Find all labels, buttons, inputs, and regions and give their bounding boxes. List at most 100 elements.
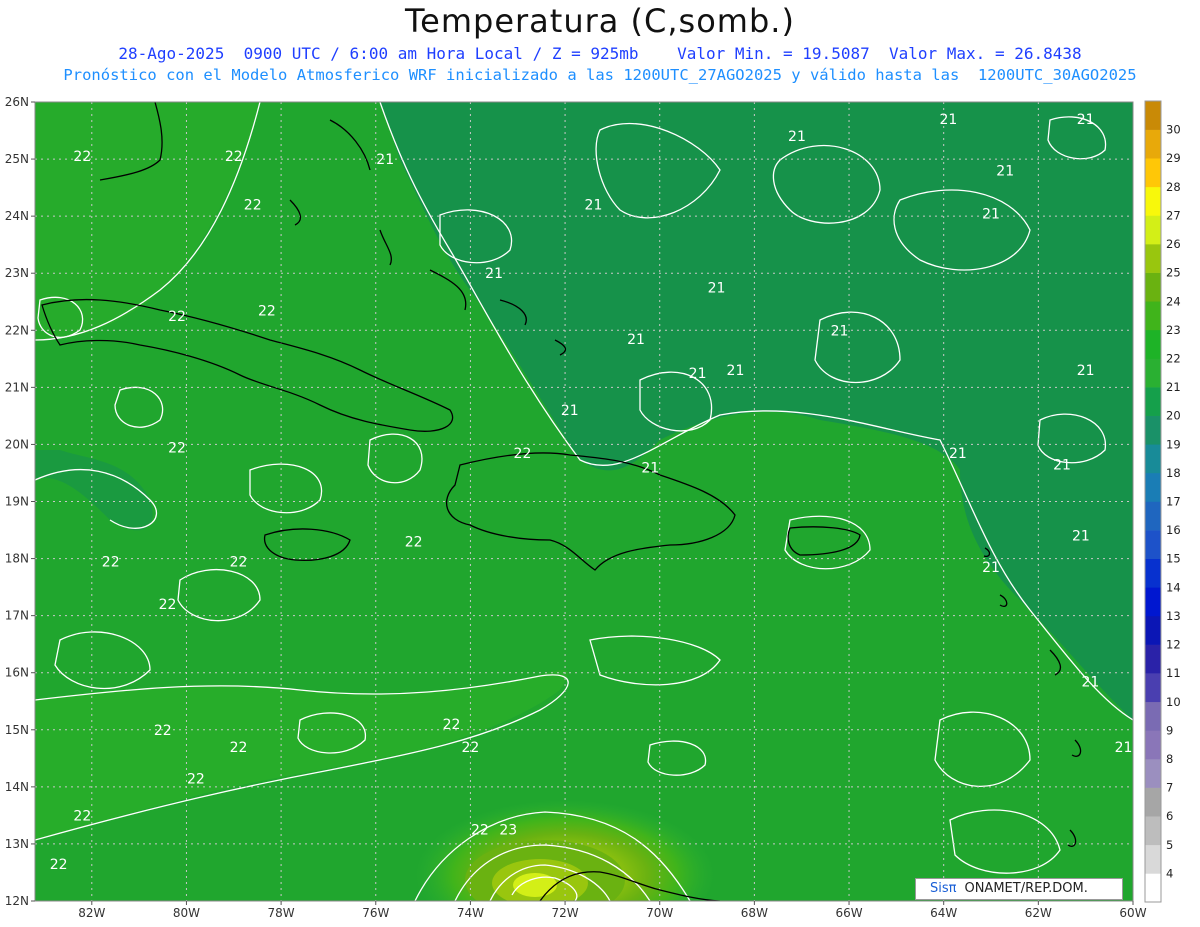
contour-label: 22 <box>514 446 532 462</box>
lon-tick-label: 76W <box>362 906 389 920</box>
lat-tick-label: 17N <box>5 609 29 623</box>
contour-label: 21 <box>940 112 958 128</box>
colorbar-label: 4 <box>1166 866 1173 880</box>
colorbar-segment <box>1145 844 1161 874</box>
colorbar-label: 6 <box>1166 809 1173 823</box>
contour-label: 22 <box>471 823 489 839</box>
contour-label: 21 <box>485 266 503 282</box>
colorbar-label: 19 <box>1166 437 1181 451</box>
colorbar-segment <box>1145 244 1161 273</box>
lat-tick-label: 18N <box>5 552 29 566</box>
lat-tick-label: 14N <box>5 780 29 794</box>
contour-label: 22 <box>461 740 479 756</box>
lat-tick-label: 20N <box>5 437 29 451</box>
lat-tick-label: 12N <box>5 894 29 908</box>
contour-label: 21 <box>708 280 726 296</box>
contour-label: 22 <box>102 554 120 570</box>
lon-tick-label: 62W <box>1025 906 1052 920</box>
contour-label: 22 <box>154 723 172 739</box>
colorbar-segment <box>1145 730 1161 760</box>
colorbar-segment <box>1145 501 1161 531</box>
lon-tick-label: 70W <box>646 906 673 920</box>
colorbar-label: 11 <box>1166 666 1181 680</box>
contour-label: 23 <box>499 823 517 839</box>
contour-label: 22 <box>225 149 243 165</box>
colorbar-segment <box>1145 329 1161 359</box>
colorbar-segment <box>1145 301 1161 331</box>
colorbar-label: 15 <box>1166 552 1181 566</box>
contour-label: 21 <box>1081 674 1099 690</box>
colorbar-label: 16 <box>1166 523 1181 537</box>
lat-tick-label: 24N <box>5 209 29 223</box>
colorbar-label: 10 <box>1166 695 1181 709</box>
contour-label: 21 <box>627 332 645 348</box>
contour-label: 22 <box>73 149 91 165</box>
lon-tick-label: 72W <box>551 906 578 920</box>
colorbar-label: 8 <box>1166 752 1173 766</box>
colorbar-segment <box>1145 758 1161 788</box>
contour-label: 21 <box>1053 457 1071 473</box>
contour-label: 21 <box>1077 363 1095 379</box>
colorbar-segment <box>1145 558 1161 588</box>
temperature-map: 22 22 21 22 22 22 22 22 21 21 21 21 21 21 21 21 21 21 21 21… <box>5 95 1181 920</box>
colorbar-segment <box>1145 873 1161 903</box>
colorbar-label: 21 <box>1166 380 1181 394</box>
lat-tick-label: 25N <box>5 152 29 166</box>
contour-label: 21 <box>1077 112 1095 128</box>
credit-box: Sisπ ONAMET/REP.DOM. <box>915 878 1123 900</box>
lat-tick-label: 16N <box>5 666 29 680</box>
colorbar-label: 7 <box>1166 781 1173 795</box>
lat-tick-label: 21N <box>5 380 29 394</box>
colorbar-segment <box>1145 530 1161 560</box>
contour-label: 22 <box>230 554 248 570</box>
lon-tick-label: 80W <box>173 906 200 920</box>
colorbar-label: 18 <box>1166 466 1181 480</box>
lat-tick-label: 15N <box>5 723 29 737</box>
lon-tick-label: 66W <box>835 906 862 920</box>
colorbar-label: 5 <box>1166 838 1173 852</box>
colorbar-label: 13 <box>1166 609 1181 623</box>
colorbar-label: 26 <box>1166 237 1181 251</box>
lon-tick-label: 74W <box>457 906 484 920</box>
colorbar-segment <box>1145 101 1161 130</box>
contour-label: 22 <box>405 534 423 550</box>
contour-label: 22 <box>50 857 68 873</box>
contour-label: 21 <box>1115 740 1133 756</box>
colorbar-label: 20 <box>1166 409 1181 423</box>
contour-label: 22 <box>244 198 262 214</box>
contour-label: 21 <box>996 163 1014 179</box>
colorbar-label: 30 <box>1166 123 1181 137</box>
contour-label: 22 <box>258 303 276 319</box>
colorbar-segment <box>1145 186 1161 216</box>
latitude-axis: 12N 13N 14N 15N 16N 17N 18N 19N 20N 21N 22N 23N 24N 2… <box>5 95 35 908</box>
lat-tick-label: 26N <box>5 95 29 109</box>
colorbar-label: 12 <box>1166 638 1181 652</box>
contour-label: 21 <box>561 403 579 419</box>
contour-label: 21 <box>949 446 967 462</box>
colorbar: 4 5 6 7 8 9 10 11 12 13 14 15 16 17 18 19 20 21 22 23 24 25 26… <box>1144 100 1181 903</box>
contour-label: 22 <box>187 771 205 787</box>
colorbar-segment <box>1145 215 1161 245</box>
colorbar-segment <box>1145 472 1161 502</box>
region-26c <box>513 873 557 897</box>
lat-tick-label: 22N <box>5 323 29 337</box>
contour-label: 22 <box>230 740 248 756</box>
colorbar-label: 9 <box>1166 723 1173 737</box>
colorbar-label: 14 <box>1166 580 1181 594</box>
colorbar-label: 25 <box>1166 266 1181 280</box>
lon-tick-label: 60W <box>1119 906 1146 920</box>
colorbar-segment <box>1145 587 1161 617</box>
colorbar-segment <box>1145 444 1161 474</box>
contour-label: 21 <box>1072 529 1090 545</box>
colorbar-label: 28 <box>1166 180 1181 194</box>
colorbar-segment <box>1145 701 1161 731</box>
colorbar-label: 22 <box>1166 351 1181 365</box>
colorbar-segment <box>1145 129 1161 159</box>
credit-text: ONAMET/REP.DOM. <box>964 881 1088 896</box>
colorbar-segment <box>1145 787 1161 817</box>
colorbar-segment <box>1145 673 1161 703</box>
contour-label: 21 <box>585 198 603 214</box>
longitude-axis: 82W 80W 78W 76W 74W 72W 70W 68W 66W 64W 62W 60W <box>78 901 1147 920</box>
colorbar-segment <box>1145 816 1161 846</box>
credit-brand: Sisπ <box>930 881 957 896</box>
